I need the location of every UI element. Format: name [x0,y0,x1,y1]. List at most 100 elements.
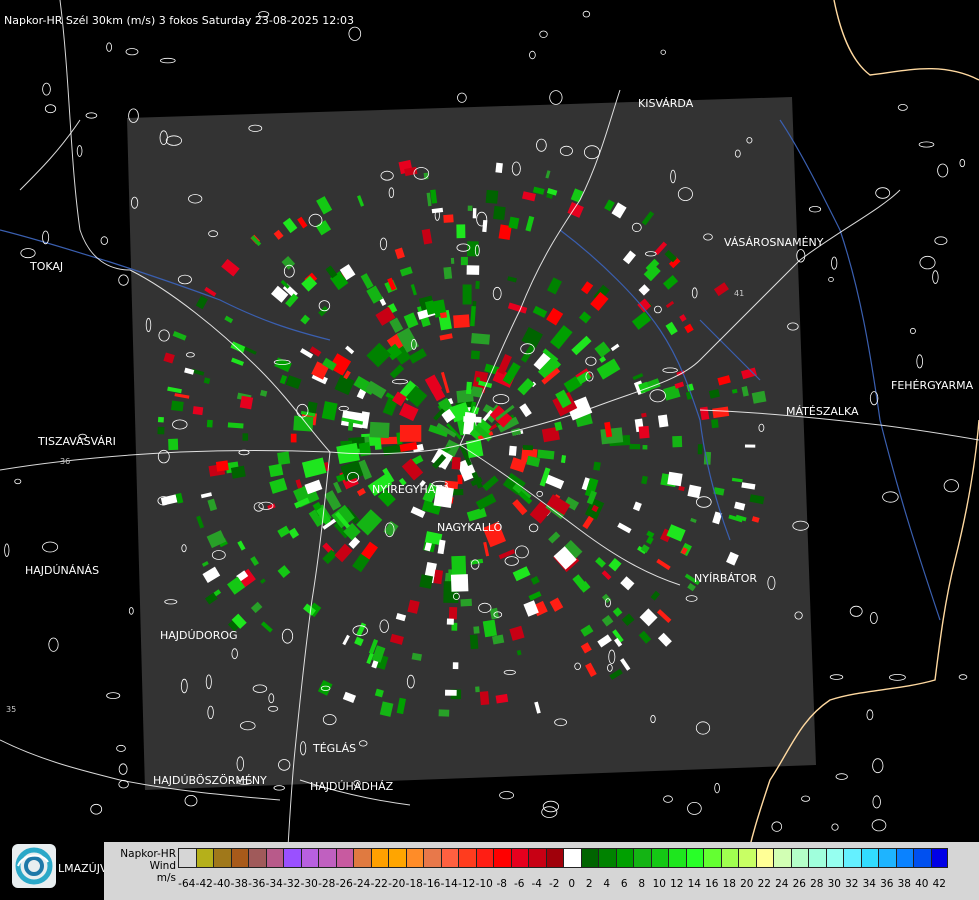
settlement-outline [529,50,536,60]
legend-tick-label: 8 [638,878,646,890]
legend-color-bar [178,848,948,868]
legend-swatch [895,848,913,868]
legend-swatch [650,848,668,868]
radar-echo [697,444,703,455]
radar-echo [466,381,472,395]
radar-echo [439,312,448,319]
city-label-hajdudorog: HAJDÚDOROG [160,629,238,642]
legend-tick-label: -42 [195,878,213,890]
radar-echo [157,416,164,423]
legend-swatch [843,848,861,868]
city-label-tiszavasvari: TISZAVASVÁRI [38,435,116,448]
city-label-mateszalka: MÁTÉSZALKA [786,405,859,418]
settlement-outline [934,236,948,246]
city-label-nagykallo: NAGYKALLÓ [437,521,503,534]
legend-swatch [930,848,948,868]
legend-swatch [423,848,441,868]
city-label-nyirbator: NYÍRBÁTOR [694,572,758,585]
legend-swatch [213,848,231,868]
legend-tick-label: -26 [335,878,353,890]
legend-swatch [860,848,878,868]
legend-swatch [458,848,476,868]
legend-swatch [668,848,686,868]
legend-tick-label: -34 [265,878,283,890]
legend-swatch [808,848,826,868]
radar-echo [460,256,468,266]
legend-tick-label: 22 [757,878,771,890]
settlement-outline [959,158,966,168]
settlement-outline [916,354,923,369]
radar-echo [290,433,297,443]
napkor-logo-icon [12,844,56,888]
legend-swatch [283,848,301,868]
radar-echo [230,465,246,479]
legend-tick-label: -18 [405,878,423,890]
radar-echo [445,689,457,696]
legend-swatch [230,848,248,868]
settlement-outline [273,785,285,791]
settlement-outline [943,479,959,493]
settlement-outline [849,605,863,617]
map-canvas[interactable]: 36 35 41 [0,0,979,900]
city-label-kisvarda: KISVÁRDA [638,97,694,110]
legend-tick-labels: -64 -42 -40 -38 -36 -34 -32 -30 -28 -26 -24 -22 -20-… [178,878,978,892]
settlement-outline [871,819,887,832]
radar-echo [642,445,648,450]
legend-swatch [720,848,738,868]
settlement-outline [106,692,121,699]
radar-echo [168,438,179,451]
legend-swatch [528,848,546,868]
radar-echo [473,626,480,634]
radar-echo [419,574,434,589]
radar-echo [157,426,165,435]
settlement-outline [20,248,36,259]
settlement-outline [958,674,968,680]
radar-echo [446,618,454,625]
legend-tick-label: -40 [213,878,231,890]
legend-tick-label: 38 [897,878,911,890]
legend-swatch [475,848,493,868]
radar-echo [399,425,422,442]
legend-tick-label: -2 [549,878,560,890]
road-number-35: 35 [6,705,16,714]
settlement-outline [687,802,702,815]
legend-swatch [265,848,283,868]
legend-swatch [353,848,371,868]
road-number-36: 36 [60,457,70,466]
radar-echo [268,463,284,478]
radar-echo [667,471,683,487]
settlement-outline [348,26,362,41]
settlement-outline [808,205,822,213]
settlement-outline [48,637,59,652]
legend-swatch [440,848,458,868]
legend-tick-label: -20 [388,878,406,890]
legend-tick-label: 26 [792,878,806,890]
legend-tick-label: -16 [423,878,441,890]
settlement-outline [866,709,874,721]
radar-echo [443,214,454,223]
radar-echo [629,443,641,450]
legend-swatch [878,848,896,868]
settlement-outline [541,806,558,818]
radar-echo [457,474,463,485]
legend-swatch [195,848,213,868]
city-label-vasarosnameny: VÁSÁROSNAMÉNY [724,236,824,249]
legend-tick-label: -24 [353,878,371,890]
radar-echo [369,421,390,439]
legend-tick-label: -38 [230,878,248,890]
settlement-outline [831,256,838,270]
settlement-outline [660,49,666,55]
legend-tick-label: -6 [514,878,525,890]
legend-swatch [633,848,651,868]
legend-tick-label: -4 [531,878,542,890]
legend-tick-label: 16 [705,878,719,890]
legend-tick-label: 12 [670,878,684,890]
radar-echo [451,456,461,470]
radar-echo [443,266,453,280]
radar-echo [638,425,650,439]
radar-echo [456,224,466,239]
settlement-outline [828,276,834,282]
legend-swatch [493,848,511,868]
settlement-outline [499,791,515,800]
settlement-outline [125,48,139,56]
